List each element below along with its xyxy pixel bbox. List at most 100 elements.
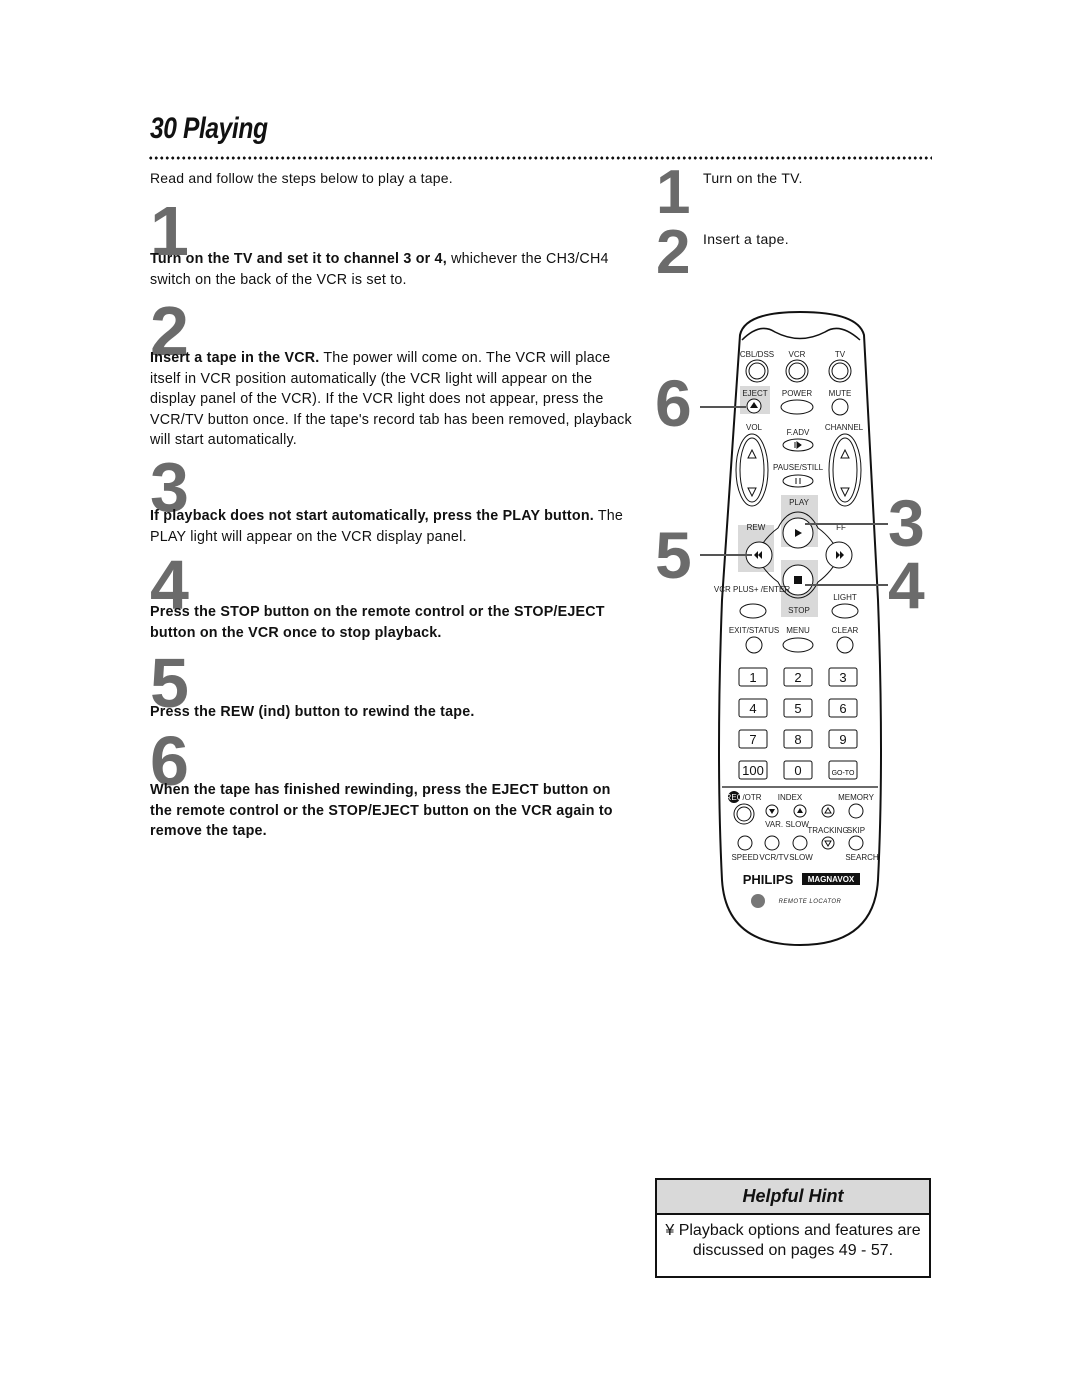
keypad-button-6[interactable]: 6 (828, 698, 858, 718)
keypad-label: GO-TO (832, 770, 855, 777)
skip-label: SKIP (847, 826, 865, 835)
keypad-button-5[interactable]: 5 (783, 698, 813, 718)
keypad-label: 2 (794, 670, 801, 685)
tracking-label: TRACKING (807, 826, 848, 835)
channel-rocker[interactable] (828, 433, 862, 507)
keypad-label: 100 (742, 763, 764, 778)
hint-line-2: discussed on pages 49 - 57. (692, 1242, 894, 1259)
speed-button[interactable] (737, 835, 753, 851)
eject-button[interactable] (746, 398, 762, 414)
pause-button[interactable] (782, 474, 814, 488)
dotted-divider (148, 155, 932, 161)
keypad-button-9[interactable]: 9 (828, 729, 858, 749)
rec-label: REC (726, 793, 743, 802)
play-button[interactable] (782, 517, 814, 549)
slow-button[interactable] (792, 835, 808, 851)
rec-otr-button[interactable] (733, 803, 755, 825)
rew-label: REW (747, 523, 766, 532)
hint-line-1: ¥ Playback options and features are (665, 1222, 921, 1239)
index-back-button[interactable] (765, 804, 779, 818)
vcr-tv-button[interactable] (764, 835, 780, 851)
vcr-tv-label: VCR/TV (759, 853, 789, 862)
keypad-label: 7 (749, 732, 756, 747)
step-bold-6: When the tape has finished rewinding, pr… (150, 782, 613, 839)
step-bold-5: Press the REW (ind) button to rewind the… (150, 704, 475, 720)
ff-button[interactable] (825, 541, 853, 569)
vcrplus-enter-button[interactable] (739, 603, 767, 619)
vcr-label: VCR (789, 350, 806, 359)
menu-label: MENU (786, 626, 810, 635)
step-bold-3: If playback does not start automatically… (150, 508, 594, 524)
step-text-6: When the tape has finished rewinding, pr… (150, 780, 635, 842)
step-bold-4: Press the STOP button on the remote cont… (150, 604, 605, 641)
keypad-button-2[interactable]: 2 (783, 667, 813, 687)
mute-button[interactable] (831, 398, 849, 416)
index-forward-button[interactable] (793, 804, 807, 818)
vol-label: VOL (746, 423, 763, 432)
quick-step-number-2: 2 (656, 218, 691, 287)
search-label: SEARCH (845, 853, 879, 862)
otr-label: /OTR (742, 793, 761, 802)
helpful-hint-box: Helpful Hint ¥ Playback options and feat… (655, 1178, 931, 1278)
tracking-down-button[interactable] (821, 836, 835, 850)
cbl-dss-button[interactable] (745, 359, 769, 383)
keypad-button-1[interactable]: 1 (738, 667, 768, 687)
step-text-4: Press the STOP button on the remote cont… (150, 602, 635, 643)
stop-icon (794, 576, 802, 584)
keypad-button-0[interactable]: 0 (783, 760, 813, 780)
keypad-label: 6 (839, 701, 846, 716)
stop-label: STOP (788, 606, 810, 615)
play-label: PLAY (789, 498, 810, 507)
light-button[interactable] (831, 603, 859, 619)
menu-button[interactable] (782, 637, 814, 653)
keypad-label: 3 (839, 670, 846, 685)
tv-button[interactable] (828, 359, 852, 383)
exit-status-button[interactable] (745, 636, 763, 654)
step-bold-1: Turn on the TV and set it to channel 3 o… (150, 251, 447, 267)
step-text-2: Insert a tape in the VCR. The power will… (150, 348, 635, 451)
vcr-button[interactable] (785, 359, 809, 383)
step-text-3: If playback does not start automatically… (150, 506, 635, 547)
clear-label: CLEAR (832, 626, 859, 635)
helpful-hint-title: Helpful Hint (657, 1180, 929, 1215)
power-button[interactable] (780, 399, 814, 415)
philips-logo: PHILIPS (743, 872, 794, 887)
fadv-button[interactable] (782, 438, 814, 452)
keypad-button-go-to[interactable]: GO-TO (828, 760, 858, 780)
speed-label: SPEED (731, 853, 758, 862)
index-label: INDEX (778, 793, 803, 802)
keypad-button-8[interactable]: 8 (783, 729, 813, 749)
keypad-button-7[interactable]: 7 (738, 729, 768, 749)
step-bold-2: Insert a tape in the VCR. (150, 350, 320, 366)
channel-label: CHANNEL (825, 423, 864, 432)
memory-button[interactable] (848, 803, 864, 819)
memory-label: MEMORY (838, 793, 875, 802)
light-label: LIGHT (833, 593, 857, 602)
volume-rocker[interactable] (735, 433, 769, 507)
page-title: 30 Playing (150, 112, 268, 145)
fadv-label: F.ADV (787, 428, 810, 437)
keypad-label: 0 (794, 763, 801, 778)
remote-locator-label: REMOTE LOCATOR (779, 899, 842, 905)
helpful-hint-body: ¥ Playback options and features are disc… (657, 1215, 929, 1261)
skip-search-button[interactable] (848, 835, 864, 851)
cbl-dss-label: CBL/DSS (740, 350, 774, 359)
pause-label: PAUSE/STILL (773, 463, 824, 472)
quick-step-number-1: 1 (656, 158, 691, 227)
step-text-5: Press the REW (ind) button to rewind the… (150, 702, 635, 723)
vcrplus-label: VCR PLUS+ /ENTER (714, 585, 790, 594)
tv-label: TV (835, 350, 846, 359)
keypad-button-4[interactable]: 4 (738, 698, 768, 718)
step-text-1: Turn on the TV and set it to channel 3 o… (150, 249, 635, 290)
keypad-button-100[interactable]: 100 (738, 760, 768, 780)
keypad-label: 5 (794, 701, 801, 716)
keypad-label: 1 (749, 670, 756, 685)
eject-label: EJECT (742, 389, 767, 398)
quick-step-text-1: Turn on the TV. (703, 170, 803, 186)
slow-label: SLOW (789, 853, 813, 862)
keypad-button-3[interactable]: 3 (828, 667, 858, 687)
mute-label: MUTE (829, 389, 852, 398)
clear-button[interactable] (836, 636, 854, 654)
tracking-up-button[interactable] (821, 804, 835, 818)
remote-control: CBL/DSS VCR TV EJECT POWER MUTE VOL CHAN… (700, 310, 888, 947)
